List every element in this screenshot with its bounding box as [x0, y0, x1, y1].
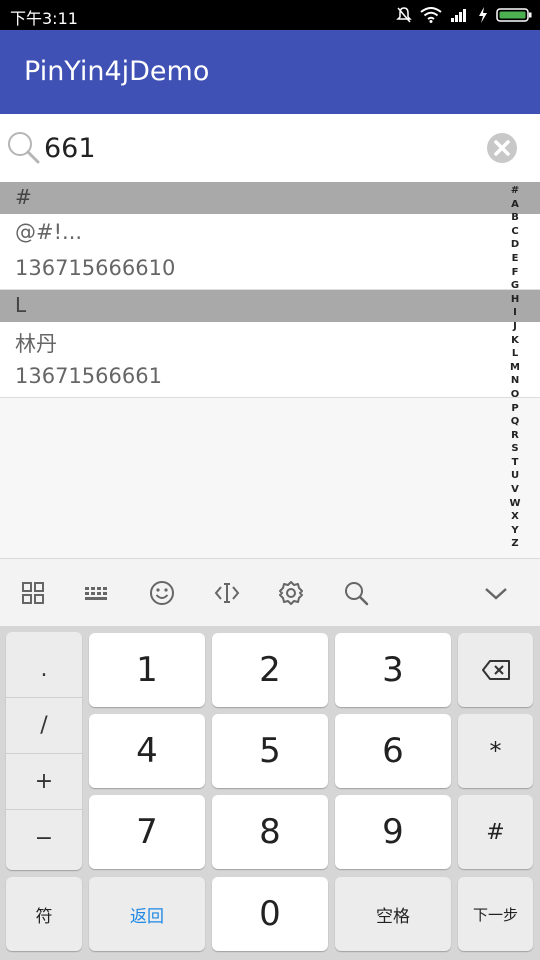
search-icon [8, 132, 40, 164]
search-bar [0, 114, 540, 182]
contact-list[interactable]: # @#!... 136715666610 L 林丹 13671566661 [0, 182, 540, 558]
symbol-key-minus[interactable]: − [6, 810, 82, 866]
index-letter[interactable]: C [508, 225, 522, 239]
symbol-switch-key[interactable]: 符 [6, 877, 82, 951]
alphabet-index-bar[interactable]: # A B C D E F G H I J K L M N O P Q R S … [508, 184, 522, 551]
index-letter[interactable]: H [508, 293, 522, 307]
symbol-key-slash[interactable]: / [6, 698, 82, 754]
contact-name: 林丹 [15, 332, 57, 356]
numeric-keyboard: . / + − 1 2 3 4 5 6 * 7 8 9 # 符 返回 0 空格 … [0, 626, 540, 960]
collapse-icon[interactable] [482, 579, 510, 607]
keyboard-icon[interactable] [83, 579, 111, 607]
list-item[interactable]: @#!... 136715666610 [0, 214, 540, 290]
section-header: # [0, 182, 540, 214]
star-key[interactable]: * [458, 714, 533, 788]
status-icons [396, 5, 532, 25]
app-bar: PinYin4jDemo [0, 30, 540, 114]
mute-icon [396, 7, 412, 23]
backspace-icon [481, 660, 510, 680]
space-key[interactable]: 空格 [335, 877, 451, 951]
index-letter[interactable]: D [508, 238, 522, 252]
index-letter[interactable]: # [508, 184, 522, 198]
key-9[interactable]: 9 [335, 795, 451, 869]
index-letter[interactable]: W [508, 497, 522, 511]
key-1[interactable]: 1 [89, 633, 205, 707]
key-6[interactable]: 6 [335, 714, 451, 788]
key-4[interactable]: 4 [89, 714, 205, 788]
search-input[interactable] [44, 126, 464, 170]
status-time: 下午3:11 [10, 9, 78, 28]
symbol-key-plus[interactable]: + [6, 754, 82, 810]
index-letter[interactable]: U [508, 469, 522, 483]
cursor-icon[interactable] [213, 579, 241, 607]
index-letter[interactable]: A [508, 198, 522, 212]
section-header-label: # [15, 185, 32, 209]
key-5[interactable]: 5 [212, 714, 328, 788]
index-letter[interactable]: S [508, 442, 522, 456]
charging-icon [479, 7, 487, 23]
key-2[interactable]: 2 [212, 633, 328, 707]
app-title: PinYin4jDemo [24, 56, 210, 87]
key-8[interactable]: 8 [212, 795, 328, 869]
index-letter[interactable]: M [508, 361, 522, 375]
index-letter[interactable]: Q [508, 415, 522, 429]
index-letter[interactable]: Y [508, 524, 522, 538]
contact-phone: 136715666610 [15, 256, 176, 280]
clear-icon[interactable] [486, 132, 518, 164]
search-icon[interactable] [342, 579, 370, 607]
contact-name: @#!... [15, 220, 83, 244]
index-letter[interactable]: E [508, 252, 522, 266]
signal-icon [451, 9, 466, 22]
battery-icon [496, 8, 532, 22]
list-item[interactable]: 林丹 13671566661 [0, 322, 540, 398]
status-bar: 下午3:11 [0, 0, 540, 30]
index-letter[interactable]: P [508, 402, 522, 416]
settings-icon[interactable] [277, 579, 305, 607]
key-7[interactable]: 7 [89, 795, 205, 869]
symbol-column: . / + − [6, 632, 82, 870]
index-letter[interactable]: O [508, 388, 522, 402]
index-letter[interactable]: X [508, 510, 522, 524]
backspace-key[interactable] [458, 633, 533, 707]
key-3[interactable]: 3 [335, 633, 451, 707]
emoji-icon[interactable] [148, 579, 176, 607]
index-letter[interactable]: G [508, 279, 522, 293]
wifi-icon [420, 7, 442, 23]
next-key[interactable]: 下一步 [458, 877, 533, 951]
symbol-key-dot[interactable]: . [6, 642, 82, 698]
back-key[interactable]: 返回 [89, 877, 205, 951]
hash-key[interactable]: # [458, 795, 533, 869]
index-letter[interactable]: Z [508, 537, 522, 551]
key-0[interactable]: 0 [212, 877, 328, 951]
index-letter[interactable]: R [508, 429, 522, 443]
index-letter[interactable]: L [508, 347, 522, 361]
index-letter[interactable]: I [508, 306, 522, 320]
index-letter[interactable]: B [508, 211, 522, 225]
index-letter[interactable]: T [508, 456, 522, 470]
index-letter[interactable]: F [508, 266, 522, 280]
index-letter[interactable]: J [508, 320, 522, 334]
section-header: L [0, 290, 540, 322]
index-letter[interactable]: V [508, 483, 522, 497]
grid-icon[interactable] [19, 579, 47, 607]
index-letter[interactable]: N [508, 374, 522, 388]
contact-phone: 13671566661 [15, 364, 162, 388]
index-letter[interactable]: K [508, 334, 522, 348]
keyboard-toolbar [0, 558, 540, 626]
section-header-label: L [15, 293, 27, 317]
